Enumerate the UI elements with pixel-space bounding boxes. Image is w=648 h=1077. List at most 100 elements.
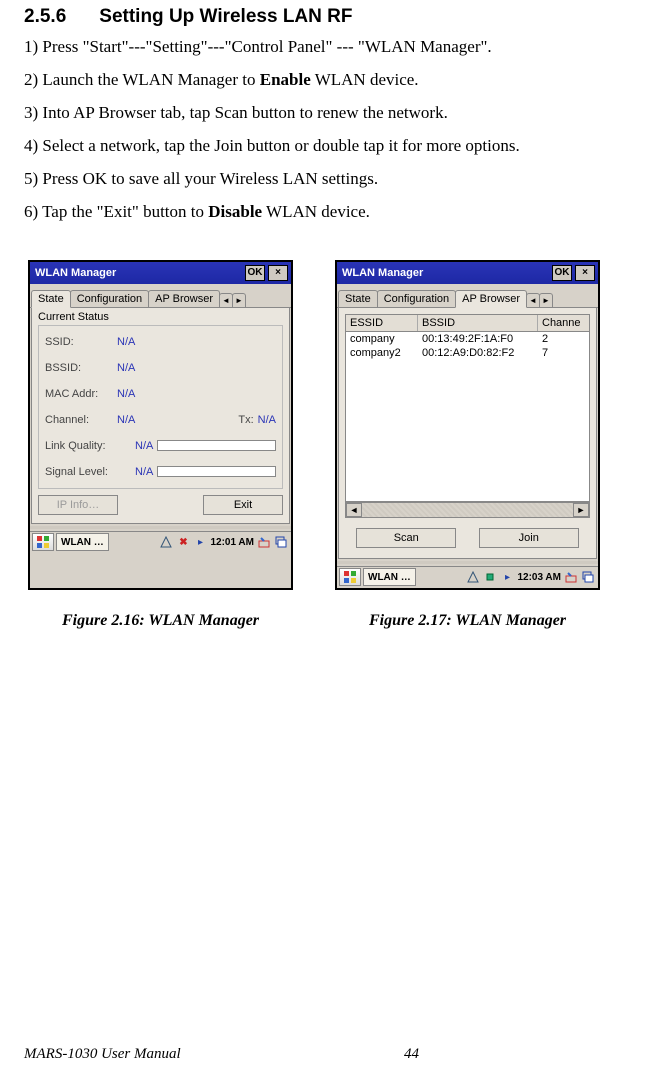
section-title: Setting Up Wireless LAN RF xyxy=(99,6,352,27)
group-label: Current Status xyxy=(38,311,283,323)
table-header: ESSID BSSID Channe xyxy=(345,314,590,332)
mac-value: N/A xyxy=(117,388,135,400)
ssid-label: SSID: xyxy=(45,336,117,348)
keyboard-icon[interactable] xyxy=(564,570,578,584)
window-title: WLAN Manager xyxy=(33,267,242,279)
captions-row: Figure 2.16: WLAN Manager Figure 2.17: W… xyxy=(24,612,624,630)
footer-manual-name: MARS-1030 User Manual xyxy=(24,1046,244,1063)
clock-arrow-icon: ▸ xyxy=(193,535,207,549)
scan-button[interactable]: Scan xyxy=(356,528,456,548)
tab-bar: State Configuration AP Browser ◄ ► xyxy=(337,284,598,308)
horizontal-scrollbar[interactable]: ◄ ► xyxy=(345,502,590,518)
wlan-manager-window-apbrowser: WLAN Manager OK × State Configuration AP… xyxy=(335,260,600,590)
signal-level-label: Signal Level: xyxy=(45,466,135,478)
tab-scroll-left-icon[interactable]: ◄ xyxy=(219,293,233,307)
scrollbar-track[interactable] xyxy=(362,503,573,517)
network-icon[interactable] xyxy=(466,570,480,584)
tab-configuration[interactable]: Configuration xyxy=(377,290,456,307)
join-button[interactable]: Join xyxy=(479,528,579,548)
apbrowser-tab-body: ESSID BSSID Channe company 00:13:49:2F:1… xyxy=(338,308,597,559)
windows-tray-icon[interactable] xyxy=(274,535,288,549)
step-1: 1) Press "Start"---"Setting"---"Control … xyxy=(24,36,624,59)
tx-label: Tx: xyxy=(220,414,258,426)
titlebar: WLAN Manager OK × xyxy=(337,262,598,284)
step-4: 4) Select a network, tap the Join button… xyxy=(24,135,624,158)
tab-ap-browser[interactable]: AP Browser xyxy=(148,290,220,307)
keyboard-icon[interactable] xyxy=(257,535,271,549)
channel-label: Channel: xyxy=(45,414,117,426)
table-row[interactable]: company 00:13:49:2F:1A:F0 2 xyxy=(346,332,589,346)
taskbar: WLAN … ✖ ▸ 12:01 AM xyxy=(30,531,291,553)
tab-state[interactable]: State xyxy=(31,290,71,308)
tab-state[interactable]: State xyxy=(338,290,378,307)
section-number: 2.5.6 xyxy=(24,6,94,28)
ip-info-button[interactable]: IP Info… xyxy=(38,495,118,515)
link-quality-label: Link Quality: xyxy=(45,440,135,452)
close-button[interactable]: × xyxy=(268,265,288,281)
taskbar-item-wlan[interactable]: WLAN … xyxy=(56,533,109,551)
start-button[interactable] xyxy=(32,533,54,551)
separator xyxy=(337,561,598,564)
bssid-value: N/A xyxy=(117,362,135,374)
section-heading: 2.5.6 Setting Up Wireless LAN RF xyxy=(24,0,624,36)
tab-ap-browser[interactable]: AP Browser xyxy=(455,290,527,308)
channel-value: N/A xyxy=(117,414,135,426)
window-title: WLAN Manager xyxy=(340,267,549,279)
cell-essid: company xyxy=(346,333,418,345)
figure-caption-right: Figure 2.17: WLAN Manager xyxy=(335,612,600,630)
start-button[interactable] xyxy=(339,568,361,586)
tab-scroll-right-icon[interactable]: ► xyxy=(232,293,246,307)
step-3: 3) Into AP Browser tab, tap Scan button … xyxy=(24,102,624,125)
windows-tray-icon[interactable] xyxy=(581,570,595,584)
page-footer: MARS-1030 User Manual 44 xyxy=(24,1046,624,1063)
network-list[interactable]: company 00:13:49:2F:1A:F0 2 company2 00:… xyxy=(345,332,590,502)
scroll-right-icon[interactable]: ► xyxy=(573,503,589,517)
connect-icon[interactable] xyxy=(483,570,497,584)
exit-button[interactable]: Exit xyxy=(203,495,283,515)
step-2: 2) Launch the WLAN Manager to Enable WLA… xyxy=(24,69,624,92)
wlan-manager-window-state: WLAN Manager OK × State Configuration AP… xyxy=(28,260,293,590)
tx-value: N/A xyxy=(258,414,276,426)
col-essid[interactable]: ESSID xyxy=(346,315,418,331)
mac-label: MAC Addr: xyxy=(45,388,117,400)
ok-button[interactable]: OK xyxy=(245,265,265,281)
system-tray: ✖ ▸ 12:01 AM xyxy=(159,535,291,549)
figures-row: WLAN Manager OK × State Configuration AP… xyxy=(24,260,624,590)
cell-channel: 7 xyxy=(538,347,589,359)
signal-level-value: N/A xyxy=(135,466,153,478)
state-tab-body: Current Status SSID: N/A BSSID: N/A MAC … xyxy=(31,308,290,524)
taskbar-item-wlan[interactable]: WLAN … xyxy=(363,568,416,586)
disconnect-icon[interactable]: ✖ xyxy=(176,535,190,549)
separator xyxy=(30,526,291,529)
cell-bssid: 00:13:49:2F:1A:F0 xyxy=(418,333,538,345)
network-icon[interactable] xyxy=(159,535,173,549)
steps-list: 1) Press "Start"---"Setting"---"Control … xyxy=(24,36,624,224)
col-channel[interactable]: Channe xyxy=(538,315,589,331)
tab-scroll-left-icon[interactable]: ◄ xyxy=(526,293,540,307)
tab-configuration[interactable]: Configuration xyxy=(70,290,149,307)
link-quality-value: N/A xyxy=(135,440,153,452)
cell-bssid: 00:12:A9:D0:82:F2 xyxy=(418,347,538,359)
cell-essid: company2 xyxy=(346,347,418,359)
bssid-label: BSSID: xyxy=(45,362,117,374)
figure-caption-left: Figure 2.16: WLAN Manager xyxy=(28,612,293,630)
link-quality-meter xyxy=(157,440,276,451)
step-5: 5) Press OK to save all your Wireless LA… xyxy=(24,168,624,191)
tab-scroll-right-icon[interactable]: ► xyxy=(539,293,553,307)
cell-channel: 2 xyxy=(538,333,589,345)
taskbar: WLAN … ▸ 12:03 AM xyxy=(337,566,598,588)
step-6: 6) Tap the "Exit" button to Disable WLAN… xyxy=(24,201,624,224)
scroll-left-icon[interactable]: ◄ xyxy=(346,503,362,517)
col-bssid[interactable]: BSSID xyxy=(418,315,538,331)
table-row[interactable]: company2 00:12:A9:D0:82:F2 7 xyxy=(346,346,589,360)
clock-arrow-icon: ▸ xyxy=(500,570,514,584)
clock: 12:03 AM xyxy=(517,572,561,583)
ok-button[interactable]: OK xyxy=(552,265,572,281)
ssid-value: N/A xyxy=(117,336,135,348)
tab-bar: State Configuration AP Browser ◄ ► xyxy=(30,284,291,308)
clock: 12:01 AM xyxy=(210,537,254,548)
signal-level-meter xyxy=(157,466,276,477)
titlebar: WLAN Manager OK × xyxy=(30,262,291,284)
system-tray: ▸ 12:03 AM xyxy=(466,570,598,584)
close-button[interactable]: × xyxy=(575,265,595,281)
